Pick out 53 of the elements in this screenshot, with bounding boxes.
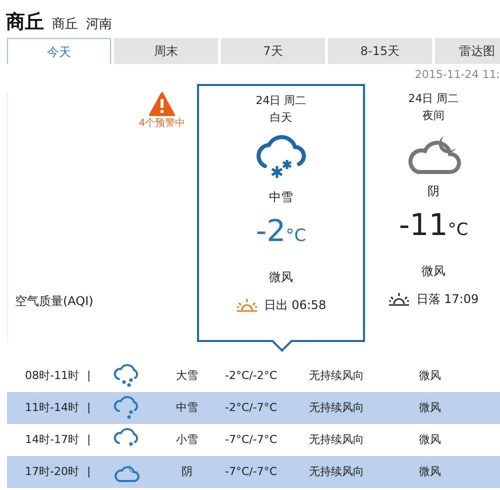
time-range: 17时-20时 xyxy=(25,464,79,478)
wind-direction: 无持续风向 xyxy=(309,400,364,414)
wind-level: 微风 xyxy=(269,269,293,286)
forecast-date: 24日 周二 xyxy=(256,93,306,109)
temperature: -2°C xyxy=(256,214,306,251)
city-name: 商丘 xyxy=(6,10,44,35)
wind-level: 微风 xyxy=(419,368,441,382)
district-name: 商丘 xyxy=(52,16,78,34)
separator: | xyxy=(87,368,91,382)
temperature-range: -2°C/-7°C xyxy=(225,400,278,414)
weather-condition: 大雪 xyxy=(176,368,198,382)
wind-level: 微风 xyxy=(419,464,441,478)
sunset-icon xyxy=(388,292,410,306)
sun-time: 日出 06:58 xyxy=(264,297,326,314)
weather-condition: 中雪 xyxy=(269,189,293,206)
tab[interactable]: 8-15天 xyxy=(328,38,432,64)
sun-time: 日落 17:09 xyxy=(416,291,479,308)
snow-cloud-icon xyxy=(113,396,139,420)
weather-condition: 中雪 xyxy=(176,400,198,414)
sunrise-icon xyxy=(236,298,258,312)
weather-condition: 阴 xyxy=(428,183,440,200)
update-time: 2015-11-24 11: xyxy=(414,68,500,81)
tab[interactable]: 雷达图 xyxy=(435,38,500,64)
weather-condition: 阴 xyxy=(182,464,192,478)
temperature-range: -7°C/-7°C xyxy=(225,464,278,478)
separator: | xyxy=(87,432,91,446)
day-part: 白天 xyxy=(270,110,292,126)
wind-level: 微风 xyxy=(419,432,441,446)
snow-cloud-icon xyxy=(113,364,139,388)
forecast-date: 24日 周二 xyxy=(408,91,459,107)
tab[interactable]: 周末 xyxy=(114,38,218,64)
tab[interactable]: 7天 xyxy=(221,38,325,64)
weather-condition: 小雪 xyxy=(176,432,198,446)
aqi-label: 空气质量(AQI) xyxy=(15,293,94,310)
time-range: 14时-17时 xyxy=(25,432,79,446)
day-part: 夜间 xyxy=(422,108,444,124)
temperature: -11°C xyxy=(398,208,468,245)
tab[interactable]: 今天 xyxy=(7,38,111,64)
alert-count: 4个预警中 xyxy=(138,116,186,131)
warning-icon xyxy=(149,92,175,116)
wind-direction: 无持续风向 xyxy=(309,464,364,478)
wind-direction: 无持续风向 xyxy=(309,432,364,446)
separator: | xyxy=(87,400,91,414)
wind-direction: 无持续风向 xyxy=(309,368,364,382)
time-range: 11时-14时 xyxy=(25,400,79,414)
province-name: 河南 xyxy=(86,16,112,34)
separator: | xyxy=(87,464,91,478)
time-range: 08时-11时 xyxy=(25,368,79,382)
wind-level: 微风 xyxy=(419,400,441,414)
temperature-range: -2°C/-2°C xyxy=(225,368,278,382)
temperature-range: -7°C/-7°C xyxy=(225,432,278,446)
cloud-moon-icon xyxy=(113,461,141,483)
wind-level: 微风 xyxy=(422,263,446,280)
